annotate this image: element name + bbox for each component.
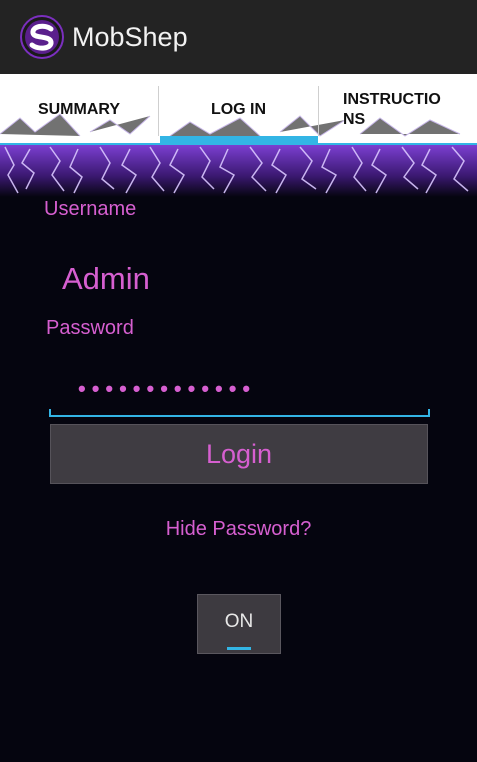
tab-summary-label: SUMMARY (37, 101, 121, 118)
password-underline-tick (49, 409, 51, 417)
password-underline-tick (428, 409, 430, 417)
tab-log-in-label: LOG IN (210, 101, 267, 118)
password-underline (49, 415, 430, 417)
app-title: MobShep (72, 22, 188, 52)
toggle-on-indicator (227, 647, 251, 650)
lightning-banner (0, 145, 477, 197)
tab-summary[interactable]: SUMMARY (0, 74, 158, 146)
password-masked-value: ••••••••••••• (78, 376, 257, 401)
tab-selected-indicator (160, 136, 318, 143)
username-label: Username (44, 198, 137, 220)
mobshep-s-logo-icon[interactable] (20, 15, 64, 59)
hide-password-toggle[interactable]: ON (197, 594, 281, 654)
login-button[interactable]: Login (50, 424, 428, 484)
hide-password-label: Hide Password? (165, 518, 312, 540)
password-label: Password (46, 317, 134, 339)
login-button-label: Login (205, 438, 273, 469)
tab-instructions-label: INSTRUCTIO NS (343, 91, 441, 128)
toggle-label: ON (224, 611, 254, 632)
tab-instructions[interactable]: INSTRUCTIO NS (319, 74, 477, 146)
username-field[interactable]: Admin (62, 261, 150, 297)
action-bar: MobShep (0, 0, 477, 75)
